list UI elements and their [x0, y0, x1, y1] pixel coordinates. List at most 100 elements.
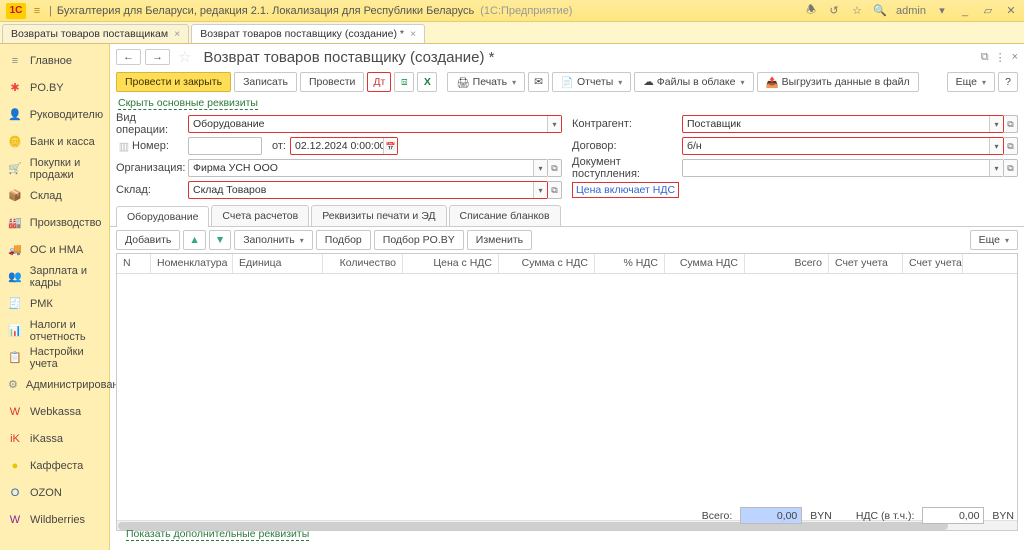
favorite-icon[interactable]: ☆: [850, 4, 864, 17]
user-label[interactable]: admin: [896, 5, 926, 17]
detail-tab[interactable]: Списание бланков: [449, 205, 561, 226]
sidebar-item[interactable]: ⚙Администрирование: [0, 371, 109, 398]
docrec-open-icon[interactable]: ⧉: [1004, 159, 1018, 177]
help-button[interactable]: ?: [998, 72, 1018, 92]
page-title: Возврат товаров поставщику (создание) *: [203, 49, 494, 66]
add-row-button[interactable]: Добавить: [116, 230, 180, 250]
sidebar-icon: 🚚: [8, 243, 22, 256]
column-header[interactable]: Количество: [323, 254, 403, 273]
persp-tab-list[interactable]: Возвраты товаров поставщикам×: [2, 24, 189, 43]
date-input[interactable]: 02.12.2024 0:00:00📅: [290, 137, 398, 155]
close-icon[interactable]: ×: [1012, 51, 1018, 64]
barcode-icon[interactable]: ▥: [116, 140, 132, 153]
sidebar-item[interactable]: OOZON: [0, 479, 109, 506]
column-header[interactable]: Сумма с НДС: [499, 254, 595, 273]
close-window-icon[interactable]: ✕: [1004, 4, 1018, 17]
show-extra-req-link[interactable]: Показать дополнительные реквизиты: [126, 528, 309, 541]
nds-mode-link[interactable]: Цена включает НДС: [572, 182, 679, 198]
sidebar-item[interactable]: WWebkassa: [0, 398, 109, 425]
print-button[interactable]: 🖨 Печать▾: [447, 72, 525, 92]
warehouse-input[interactable]: Склад Товаров▾: [188, 181, 548, 199]
pick-button[interactable]: Подбор: [316, 230, 371, 250]
pick-poby-button[interactable]: Подбор PO.BY: [374, 230, 464, 250]
column-header[interactable]: Всего: [745, 254, 829, 273]
items-grid[interactable]: NНоменклатураЕдиницаКоличествоЦена с НДС…: [116, 253, 1018, 531]
detail-tab[interactable]: Реквизиты печати и ЭД: [311, 205, 446, 226]
star-icon[interactable]: ☆: [178, 48, 191, 66]
sidebar-item[interactable]: 📦Склад: [0, 182, 109, 209]
post-button[interactable]: Провести: [300, 72, 364, 92]
number-input[interactable]: [188, 137, 262, 155]
contract-input[interactable]: б/н▾: [682, 137, 1004, 155]
sidebar-item[interactable]: ✱PO.BY: [0, 74, 109, 101]
export-button[interactable]: 📤 Выгрузить данные в файл: [757, 72, 919, 92]
column-header[interactable]: % НДС: [595, 254, 665, 273]
sidebar-item[interactable]: 🧾РМК: [0, 290, 109, 317]
bell-icon[interactable]: 🕭: [804, 1, 818, 20]
menu-icon[interactable]: ≡: [30, 5, 44, 17]
sidebar-icon: 🛒: [8, 162, 22, 175]
fill-button[interactable]: Заполнить▾: [234, 230, 313, 250]
user-dropdown-icon[interactable]: ▾: [935, 4, 949, 17]
operation-type-input[interactable]: Оборудование▾: [188, 115, 562, 133]
sidebar-item[interactable]: ●Каффеста: [0, 452, 109, 479]
totals-bar: Всего: 0,00 BYN НДС (в т.ч.): 0,00 BYN: [702, 507, 1014, 524]
dt-kt-icon[interactable]: Дт: [367, 72, 391, 92]
sidebar-item[interactable]: ≡Главное: [0, 47, 109, 74]
reports-button[interactable]: 📄 Отчеты▾: [552, 72, 631, 92]
persp-tab-doc[interactable]: Возврат товаров поставщику (создание) *×: [191, 24, 425, 43]
search-icon[interactable]: 🔍: [873, 4, 887, 17]
column-header[interactable]: Сумма НДС: [665, 254, 745, 273]
column-header[interactable]: Единица: [233, 254, 323, 273]
command-bar: Провести и закрыть Записать Провести Дт …: [110, 70, 1024, 94]
nav-back-button[interactable]: ←: [116, 49, 141, 65]
more-button[interactable]: Еще▾: [947, 72, 995, 92]
column-header[interactable]: Номенклатура: [151, 254, 233, 273]
sidebar-item-label: Wildberries: [30, 514, 85, 526]
column-header[interactable]: Счет учета НДС: [903, 254, 963, 273]
sidebar-item[interactable]: 🏭Производство: [0, 209, 109, 236]
move-up-icon[interactable]: ▲: [183, 230, 205, 250]
org-open-icon[interactable]: ⧉: [548, 159, 562, 177]
column-header[interactable]: Счет учета: [829, 254, 903, 273]
column-header[interactable]: N: [117, 254, 151, 273]
sidebar-item[interactable]: 👤Руководителю: [0, 101, 109, 128]
sidebar-item[interactable]: 📋Настройки учета: [0, 344, 109, 371]
minimize-icon[interactable]: _: [958, 5, 972, 17]
cloud-files-button[interactable]: ☁ Файлы в облаке▾: [634, 72, 753, 92]
post-and-close-button[interactable]: Провести и закрыть: [116, 72, 231, 92]
dog-open-icon[interactable]: ⧉: [1004, 137, 1018, 155]
detail-tab[interactable]: Счета расчетов: [211, 205, 309, 226]
org-input[interactable]: Фирма УСН ООО▾: [188, 159, 548, 177]
sidebar-item[interactable]: 🛒Покупки и продажи: [0, 155, 109, 182]
sidebar-item[interactable]: 🚚ОС и НМА: [0, 236, 109, 263]
nav-forward-button[interactable]: →: [145, 49, 170, 65]
close-icon[interactable]: ×: [174, 28, 180, 40]
envelope-icon[interactable]: ✉: [528, 72, 549, 92]
more-icon[interactable]: ⋮: [995, 51, 1006, 64]
sidebar-item[interactable]: 🪙Банк и касса: [0, 128, 109, 155]
sidebar-item[interactable]: iKiKassa: [0, 425, 109, 452]
docrec-label: Документ поступления:: [572, 156, 682, 180]
counterparty-input[interactable]: Поставщик▾: [682, 115, 1004, 133]
grid-more-button[interactable]: Еще▾: [970, 230, 1018, 250]
hide-requisites-link[interactable]: Скрыть основные реквизиты: [118, 97, 258, 110]
excel-icon[interactable]: X: [417, 72, 437, 92]
column-header[interactable]: Цена с НДС: [403, 254, 499, 273]
title-bar: 1C ≡ | Бухгалтерия для Беларуси, редакци…: [0, 0, 1024, 22]
wh-open-icon[interactable]: ⧉: [548, 181, 562, 199]
sidebar-item[interactable]: 📊Налоги и отчетность: [0, 317, 109, 344]
maximize-icon[interactable]: ▱: [981, 4, 995, 17]
tree-icon[interactable]: ⧈: [394, 72, 414, 92]
link-icon[interactable]: ⧉: [981, 51, 989, 64]
sidebar-item[interactable]: WWildberries: [0, 506, 109, 533]
receipt-doc-input[interactable]: ▾: [682, 159, 1004, 177]
move-down-icon[interactable]: ▼: [209, 230, 231, 250]
sidebar-item[interactable]: 👥Зарплата и кадры: [0, 263, 109, 290]
edit-rows-button[interactable]: Изменить: [467, 230, 532, 250]
detail-tab[interactable]: Оборудование: [116, 206, 209, 227]
ctr-open-icon[interactable]: ⧉: [1004, 115, 1018, 133]
history-icon[interactable]: ↺: [827, 4, 841, 17]
write-button[interactable]: Записать: [234, 72, 297, 92]
close-icon[interactable]: ×: [410, 28, 416, 40]
